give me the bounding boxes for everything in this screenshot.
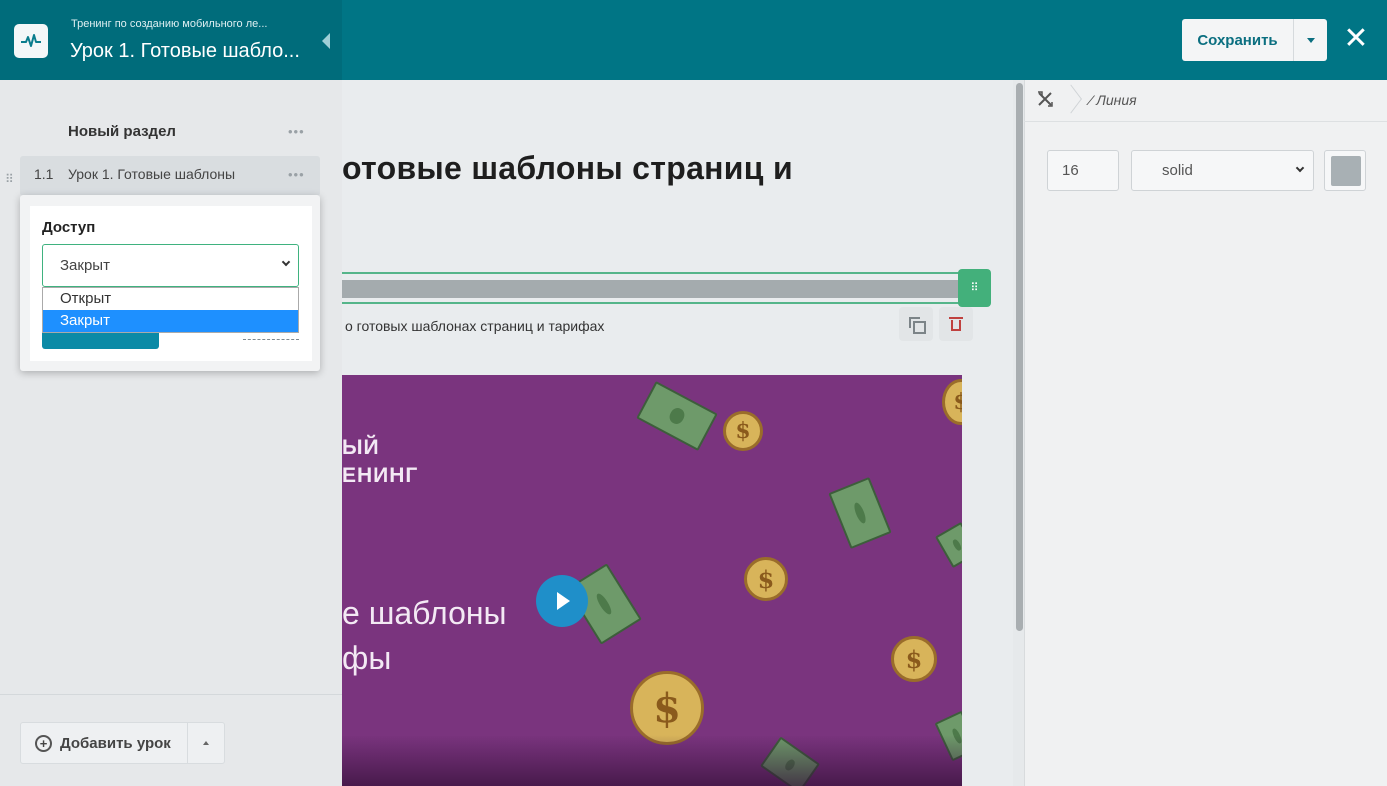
coin-illustration: $: [630, 671, 704, 745]
caret-up-icon: [203, 741, 209, 745]
video-text-line: ЫЙ: [342, 436, 380, 459]
app-logo-icon[interactable]: [14, 24, 48, 58]
editor-scrollbar-thumb[interactable]: [1016, 83, 1023, 631]
video-text-line: фы: [342, 640, 392, 676]
design-tools-icon[interactable]: [1036, 90, 1054, 113]
block-caption[interactable]: о готовых шаблонах страниц и тарифах: [345, 318, 604, 334]
drag-handle-icon[interactable]: ⠿: [5, 173, 15, 185]
add-lesson-group: + Добавить урок: [20, 722, 225, 764]
add-lesson-label: Добавить урок: [60, 734, 171, 752]
add-lesson-button[interactable]: + Добавить урок: [20, 722, 188, 764]
block-drag-handle-icon[interactable]: ⠿: [958, 269, 991, 307]
save-options-button[interactable]: [1293, 19, 1327, 61]
trash-icon: [949, 317, 963, 331]
plus-circle-icon: +: [35, 734, 52, 752]
coin-illustration: $: [942, 379, 962, 425]
section-menu-icon[interactable]: •••: [288, 124, 305, 139]
video-text-line: ЕНИНГ: [342, 464, 419, 487]
coin-illustration: $: [891, 636, 937, 682]
banknote-illustration: [636, 381, 718, 451]
lesson-title: Урок 1. Готовые шабло...: [70, 40, 300, 62]
sidebar-divider: [0, 694, 342, 695]
coin-illustration: $: [723, 411, 763, 451]
line-block[interactable]: [342, 280, 958, 298]
course-title: Тренинг по созданию мобильного ле...: [71, 18, 268, 30]
banknote-illustration: [935, 521, 962, 569]
copy-icon: [909, 317, 926, 334]
save-button-group: Сохранить: [1182, 19, 1327, 61]
video-shade: [342, 735, 962, 786]
close-icon[interactable]: ✕: [1338, 22, 1374, 58]
line-width-input[interactable]: [1047, 150, 1119, 191]
play-icon[interactable]: [536, 575, 588, 627]
breadcrumb-separator: [1064, 84, 1078, 120]
lesson-number: 1.1: [34, 166, 54, 182]
delete-button[interactable]: [939, 307, 973, 341]
save-button[interactable]: Сохранить: [1182, 19, 1293, 61]
access-option-open[interactable]: Открыт: [43, 288, 298, 310]
breadcrumb: ⁄ Линия: [1090, 92, 1137, 108]
access-option-closed[interactable]: Закрыт: [43, 310, 298, 332]
access-select-value: Закрыт: [60, 257, 110, 274]
panel-divider: [1024, 80, 1025, 786]
banknote-illustration: [828, 476, 892, 550]
line-style-value: solid: [1162, 162, 1193, 179]
line-style-select[interactable]: [1131, 150, 1314, 191]
duplicate-button[interactable]: [899, 307, 933, 341]
coin-illustration: $: [744, 557, 788, 601]
lesson-name: Урок 1. Готовые шаблоны: [68, 166, 236, 182]
section-title: Новый раздел: [68, 123, 176, 140]
collapse-sidebar-icon[interactable]: [322, 33, 330, 49]
breadcrumb-divider: [1024, 121, 1387, 122]
access-label: Доступ: [42, 219, 96, 236]
cancel-link[interactable]: [243, 339, 299, 340]
video-block[interactable]: ЫЙ ЕНИНГ е шаблоны фы $ $ $ $ $: [342, 375, 962, 786]
access-dropdown-list: Открыт Закрыт: [42, 287, 299, 333]
page-heading[interactable]: отовые шаблоны страниц и: [342, 150, 793, 187]
add-options-button[interactable]: [188, 722, 225, 764]
video-text-line: е шаблоны: [342, 595, 507, 631]
line-color-swatch: [1331, 156, 1361, 186]
lesson-menu-icon[interactable]: •••: [288, 167, 305, 182]
caret-down-icon: [1306, 37, 1315, 43]
